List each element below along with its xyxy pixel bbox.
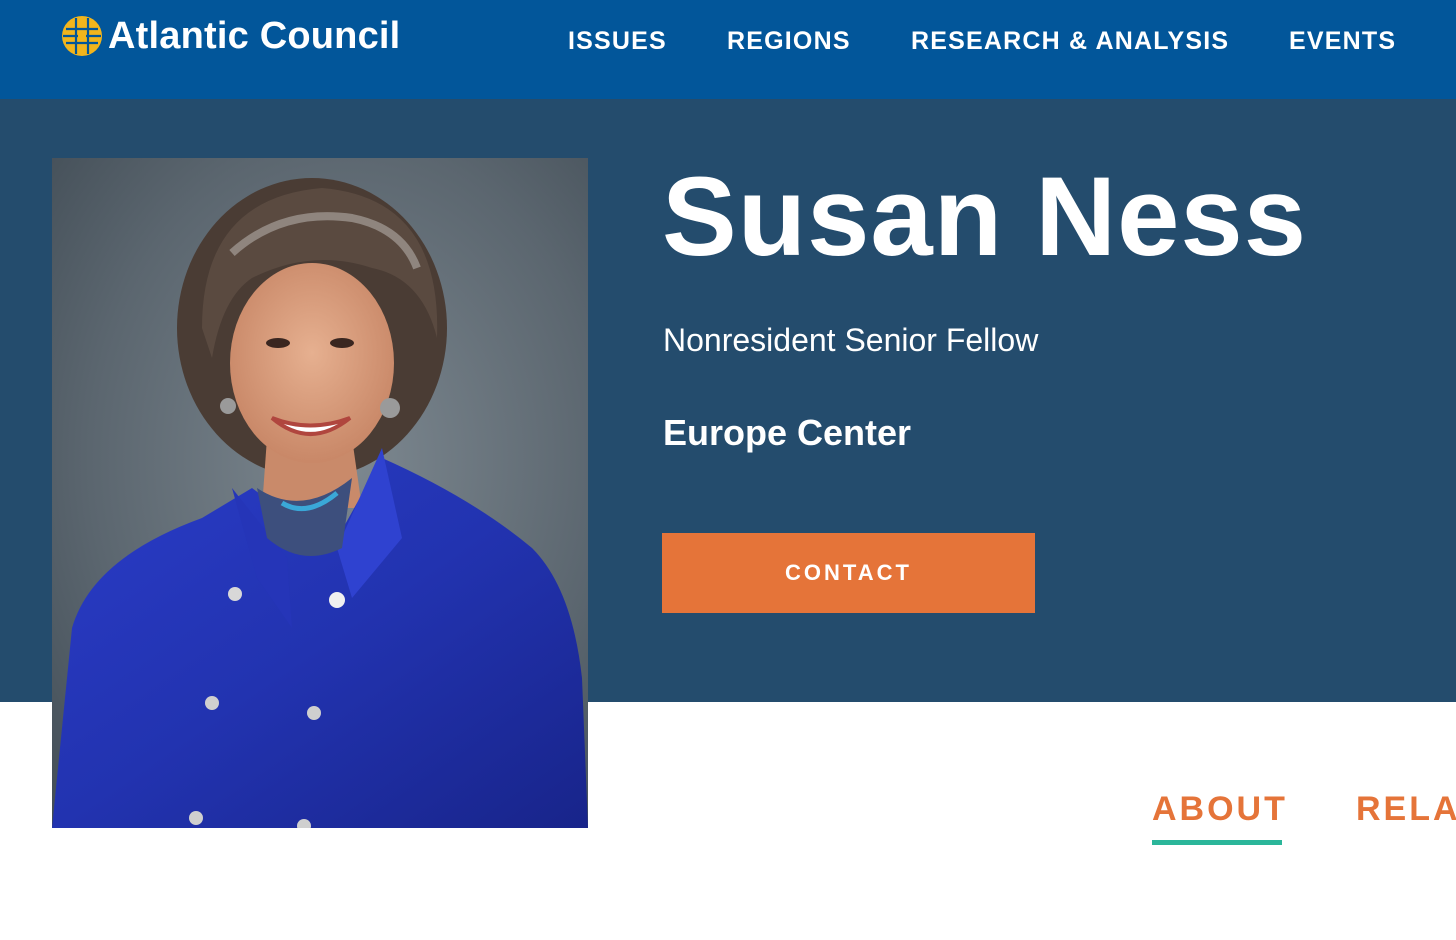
tab-related[interactable]: RELATED — [1356, 790, 1456, 829]
person-name: Susan Ness — [662, 154, 1307, 279]
nav-item-events[interactable]: EVENTS — [1289, 27, 1396, 56]
contact-button[interactable]: CONTACT — [662, 533, 1035, 613]
brand-logo-link[interactable]: Atlantic Council — [60, 6, 400, 66]
portrait-photo — [52, 158, 588, 828]
tab-about[interactable]: ABOUT — [1152, 790, 1288, 829]
nav-item-research-analysis[interactable]: RESEARCH & ANALYSIS — [911, 27, 1229, 56]
nav-item-issues[interactable]: ISSUES — [568, 27, 667, 56]
top-navigation-bar: Atlantic Council ISSUES REGIONS RESEARCH… — [0, 0, 1456, 99]
tab-active-underline — [1152, 840, 1282, 845]
person-title: Nonresident Senior Fellow — [663, 322, 1039, 358]
nav-item-regions[interactable]: REGIONS — [727, 27, 851, 56]
brand-name: Atlantic Council — [108, 14, 401, 57]
globe-logo-icon — [62, 16, 102, 56]
person-center[interactable]: Europe Center — [663, 412, 911, 454]
